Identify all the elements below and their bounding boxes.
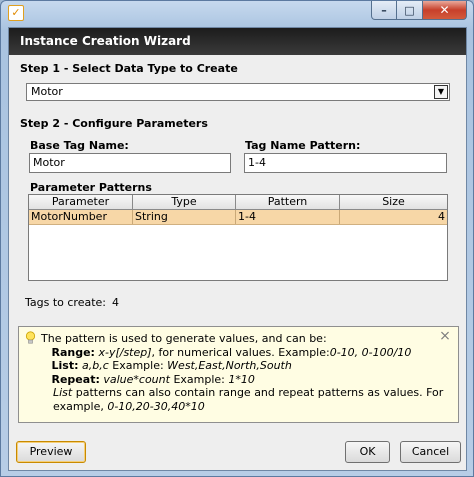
range-text: , for numerical values. Example: [151, 345, 330, 359]
tags-to-create: Tags to create: 4 [25, 296, 125, 309]
table-header: Parameter Type Pattern Size [29, 195, 447, 210]
list-text: Example: [108, 359, 168, 372]
app-icon: ✓ [8, 5, 24, 21]
dialog-client-area: Instance Creation Wizard Step 1 - Select… [8, 27, 467, 471]
column-header-pattern[interactable]: Pattern [236, 195, 340, 209]
range-example: 0-10, 0-100/10 [329, 345, 412, 359]
repeat-text: Example: [169, 372, 229, 386]
cell-parameter[interactable]: MotorNumber [29, 210, 133, 224]
column-header-parameter[interactable]: Parameter [29, 195, 133, 209]
column-header-type[interactable]: Type [133, 195, 236, 209]
help-text: The pattern is used to generate values, … [41, 332, 446, 413]
step1-label: Step 1 - Select Data Type to Create [20, 62, 238, 75]
parameter-patterns-table[interactable]: Parameter Type Pattern Size MotorNumber … [28, 194, 448, 281]
base-tag-label: Base Tag Name: [30, 139, 129, 152]
cell-type[interactable]: String [133, 210, 236, 224]
help-repeat: Repeat: value*count Example: 1*10 [41, 373, 446, 387]
note-list: List [53, 386, 73, 399]
pattern-help-box: ⨯ The pattern is used to generate values… [18, 326, 459, 423]
close-window-button[interactable]: ✕ [423, 1, 467, 20]
table-row[interactable]: MotorNumber String 1-4 4 [29, 210, 447, 225]
cell-size[interactable]: 4 [340, 210, 447, 224]
app-window: ✓ – □ ✕ Instance Creation Wizard Step 1 … [0, 0, 474, 477]
range-syntax: x-y[/step] [98, 345, 152, 359]
list-example: West,East,North,South [167, 359, 292, 372]
data-type-dropdown[interactable]: Motor ▼ [26, 83, 450, 101]
tag-pattern-input[interactable]: 1-4 [244, 153, 447, 173]
help-intro: The pattern is used to generate values, … [41, 332, 327, 345]
cell-pattern[interactable]: 1-4 [236, 210, 340, 224]
ok-button[interactable]: OK [345, 441, 390, 463]
tags-to-create-label: Tags to create: [25, 296, 107, 309]
lightbulb-icon [25, 331, 36, 344]
base-tag-input[interactable]: Motor [29, 153, 231, 173]
cancel-button[interactable]: Cancel [400, 441, 461, 463]
tag-pattern-label: Tag Name Pattern: [245, 139, 361, 152]
repeat-example: 1*10 [228, 372, 255, 386]
tags-to-create-count: 4 [112, 296, 120, 309]
repeat-label: Repeat: [51, 372, 100, 386]
preview-button[interactable]: Preview [16, 441, 86, 463]
help-range: Range: x-y[/step], for numerical values.… [41, 346, 446, 360]
help-list: List: a,b,c Example: West,East,North,Sou… [41, 359, 446, 373]
repeat-syntax: value*count [103, 372, 170, 386]
list-label: List: [51, 359, 79, 372]
minimize-button[interactable]: – [371, 1, 397, 20]
dialog-title: Instance Creation Wizard [9, 28, 466, 55]
note-example: 0-10,20-30,40*10 [107, 399, 205, 413]
maximize-button[interactable]: □ [397, 1, 423, 20]
help-note: List patterns can also contain range and… [41, 386, 446, 413]
param-patterns-label: Parameter Patterns [30, 181, 152, 194]
window-titlebar[interactable]: ✓ – □ ✕ [1, 1, 473, 25]
list-syntax: a,b,c [81, 359, 109, 372]
window-controls: – □ ✕ [371, 1, 467, 20]
data-type-value: Motor [31, 85, 63, 98]
step2-label: Step 2 - Configure Parameters [20, 117, 208, 130]
range-label: Range: [51, 345, 95, 359]
chevron-down-icon[interactable]: ▼ [434, 85, 448, 99]
column-header-size[interactable]: Size [340, 195, 447, 209]
